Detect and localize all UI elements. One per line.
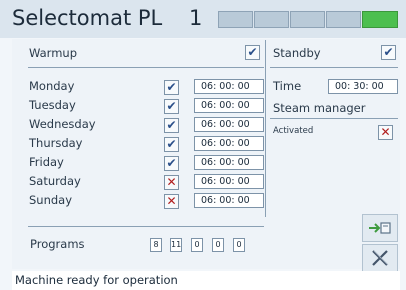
program-slot[interactable]: 0 <box>191 238 203 252</box>
status-segment-1 <box>218 11 253 28</box>
program-number: 1 <box>189 6 203 30</box>
day-checkbox-monday[interactable]: ✔ <box>164 80 179 95</box>
steam-manager-divider <box>270 118 398 119</box>
day-checkbox-sunday[interactable]: ✕ <box>164 194 179 209</box>
status-segment-5 <box>362 11 398 28</box>
standby-label: Standby <box>273 46 321 60</box>
standby-time-label: Time <box>273 79 302 93</box>
day-checkbox-friday[interactable]: ✔ <box>164 156 179 171</box>
program-slot[interactable]: 8 <box>150 238 162 252</box>
status-segment-3 <box>290 11 325 28</box>
day-label-saturday: Saturday <box>29 174 81 188</box>
day-checkbox-tuesday[interactable]: ✔ <box>164 99 179 114</box>
warmup-label: Warmup <box>29 46 77 60</box>
standby-divider <box>270 67 398 68</box>
export-icon <box>369 222 391 234</box>
day-label-tuesday: Tuesday <box>29 98 76 112</box>
program-slot[interactable]: 11 <box>170 238 182 252</box>
programs-divider <box>28 226 264 227</box>
day-label-monday: Monday <box>29 79 75 93</box>
day-label-wednesday: Wednesday <box>29 117 96 131</box>
machine-title: Selectomat PL <box>12 6 163 30</box>
programs-label: Programs <box>30 237 85 251</box>
status-segment-2 <box>254 11 289 28</box>
day-checkbox-thursday[interactable]: ✔ <box>164 137 179 152</box>
day-time-monday[interactable]: 06: 00: 00 <box>194 79 264 94</box>
warmup-divider <box>28 67 264 68</box>
day-time-thursday[interactable]: 06: 00: 00 <box>194 136 264 151</box>
day-label-sunday: Sunday <box>29 193 73 207</box>
close-button[interactable] <box>362 244 398 272</box>
settings-panel <box>12 39 400 269</box>
program-slot[interactable]: 0 <box>233 238 245 252</box>
close-icon <box>372 250 389 266</box>
day-time-wednesday[interactable]: 06: 00: 00 <box>194 117 264 132</box>
day-checkbox-wednesday[interactable]: ✔ <box>164 118 179 133</box>
day-time-sunday[interactable]: 06: 00: 00 <box>194 193 264 208</box>
steam-activated-checkbox[interactable]: ✕ <box>378 125 393 140</box>
program-slot[interactable]: 0 <box>212 238 224 252</box>
day-time-saturday[interactable]: 06: 00: 00 <box>194 174 264 189</box>
status-message: Machine ready for operation <box>12 271 400 290</box>
day-label-thursday: Thursday <box>29 136 83 150</box>
standby-time-field[interactable]: 00: 30: 00 <box>328 79 398 94</box>
day-time-tuesday[interactable]: 06: 00: 00 <box>194 98 264 113</box>
export-button[interactable] <box>362 214 398 242</box>
day-label-friday: Friday <box>29 155 64 169</box>
standby-checkbox[interactable]: ✔ <box>381 45 396 60</box>
steam-activated-label: Activated <box>273 126 314 136</box>
steam-manager-label: Steam manager <box>273 101 366 115</box>
warmup-checkbox[interactable]: ✔ <box>245 45 260 60</box>
column-divider <box>265 40 266 217</box>
status-segment-4 <box>326 11 361 28</box>
day-time-friday[interactable]: 06: 00: 00 <box>194 155 264 170</box>
day-checkbox-saturday[interactable]: ✕ <box>164 175 179 190</box>
